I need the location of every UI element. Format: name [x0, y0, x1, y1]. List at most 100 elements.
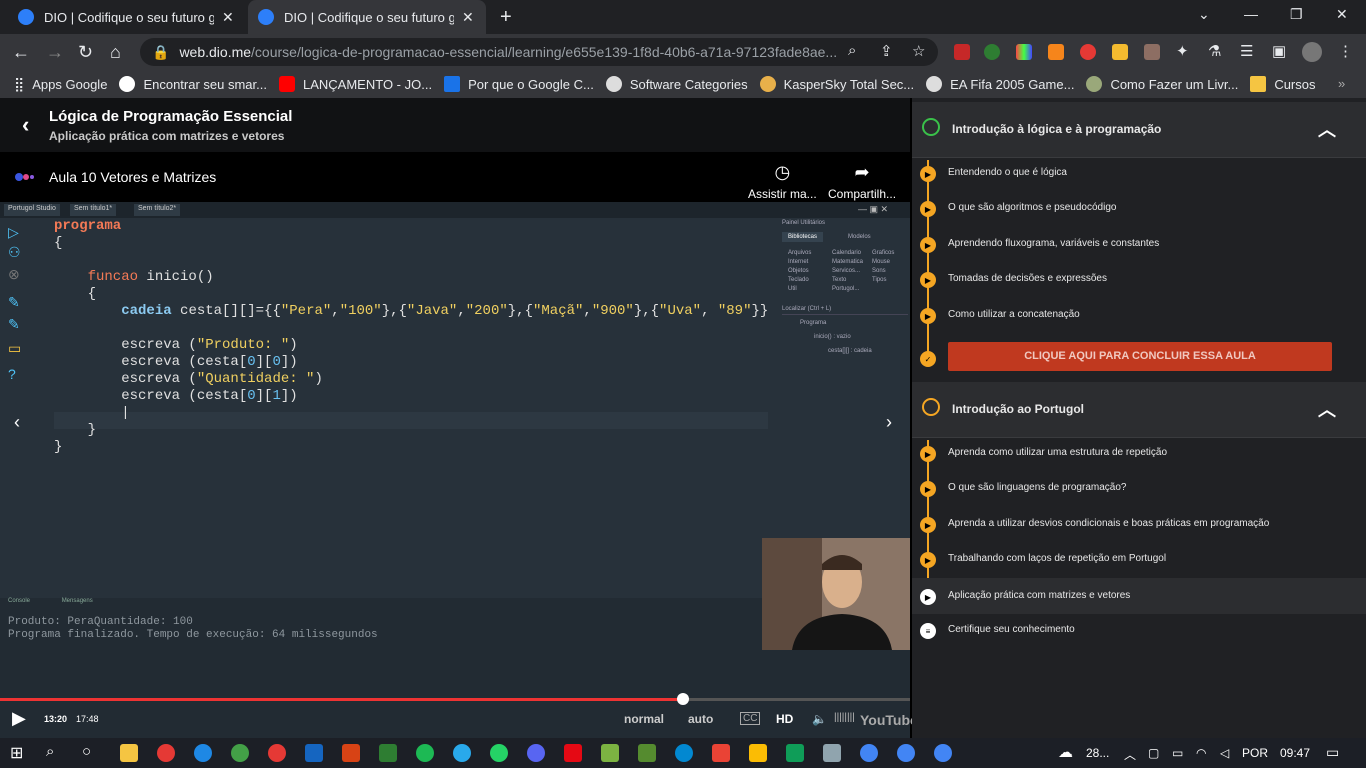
telegram-icon[interactable]: [453, 744, 471, 762]
weather-temp[interactable]: 28...: [1086, 746, 1109, 760]
bookmark-star-icon[interactable]: ☆: [912, 42, 925, 60]
reload-icon[interactable]: ↻: [78, 42, 93, 63]
new-tab-button[interactable]: +: [500, 6, 512, 29]
app-icon[interactable]: [601, 744, 619, 762]
lesson-item[interactable]: ▶ Trabalhando com laços de repetição em P…: [912, 541, 1366, 577]
bookmark-item[interactable]: EA Fifa 2005 Game...: [926, 76, 1074, 92]
extension-icon[interactable]: [1112, 44, 1128, 60]
search-icon[interactable]: ⌕: [46, 743, 54, 760]
app-icon[interactable]: [786, 744, 804, 762]
video-prev-chevron-icon[interactable]: ‹: [14, 412, 20, 433]
youtube-logo[interactable]: YouTube: [860, 712, 918, 728]
lesson-item[interactable]: ≡ Certifique seu conhecimento: [912, 612, 1366, 648]
bookmark-item[interactable]: KasperSky Total Sec...: [759, 76, 914, 92]
app-icon[interactable]: [638, 744, 656, 762]
opera-icon[interactable]: [157, 744, 175, 762]
spotify-icon[interactable]: [416, 744, 434, 762]
chrome-icon[interactable]: [860, 744, 878, 762]
volume-slider[interactable]: ||||||||: [834, 712, 855, 723]
whatsapp-icon[interactable]: [490, 744, 508, 762]
discord-icon[interactable]: [527, 744, 545, 762]
home-icon[interactable]: ⌂: [110, 42, 121, 63]
chrome-icon[interactable]: [934, 744, 952, 762]
chevron-up-icon[interactable]: ︿: [1318, 116, 1336, 142]
play-icon[interactable]: ▶: [12, 708, 26, 729]
speaker-icon[interactable]: ◁: [1220, 746, 1229, 760]
bookmark-item[interactable]: Como Fazer um Livr...: [1086, 76, 1238, 92]
media-queue-icon[interactable]: ☰: [1240, 42, 1253, 60]
close-window-icon[interactable]: ✕: [1336, 6, 1348, 23]
task-view-icon[interactable]: ○: [82, 743, 91, 760]
meet-icon[interactable]: ▢: [1148, 746, 1159, 760]
hd-button[interactable]: HD: [776, 712, 793, 726]
quality-mode-button[interactable]: auto: [688, 712, 713, 726]
tab-close-icon[interactable]: ✕: [222, 9, 234, 26]
bookmark-item[interactable]: Software Categories: [605, 76, 748, 92]
metamask-icon[interactable]: [1048, 44, 1064, 60]
lesson-item[interactable]: ▶ Aprenda como utilizar uma estrutura de …: [912, 435, 1366, 471]
minimize-icon[interactable]: —: [1244, 6, 1258, 22]
forward-icon[interactable]: →: [46, 42, 64, 63]
share-button[interactable]: ➦ Compartilh...: [828, 162, 896, 201]
captions-icon[interactable]: CC: [740, 712, 761, 725]
tab-search-icon[interactable]: ⌄: [1198, 6, 1210, 23]
chevron-up-icon[interactable]: ︿: [1318, 396, 1336, 422]
address-bar[interactable]: 🔒 web.dio.me /course/logica-de-programac…: [140, 38, 938, 66]
side-panel-icon[interactable]: ▣: [1272, 42, 1286, 60]
bookmarks-overflow-icon[interactable]: »: [1338, 76, 1345, 91]
file-explorer-icon[interactable]: [120, 744, 138, 762]
video-next-chevron-icon[interactable]: ›: [886, 412, 892, 433]
extension-icon[interactable]: [984, 44, 1000, 60]
share-icon[interactable]: ⇪: [880, 42, 893, 60]
back-icon[interactable]: ←: [12, 42, 30, 63]
bookmark-item[interactable]: Encontrar seu smar...: [119, 76, 267, 92]
chrome-icon[interactable]: [897, 744, 915, 762]
zoom-search-icon[interactable]: ⌕: [848, 42, 856, 59]
extension-icon[interactable]: [1016, 44, 1032, 60]
extension-icon[interactable]: [1144, 44, 1160, 60]
chevron-up-icon[interactable]: ︿: [1124, 746, 1136, 763]
wifi-icon[interactable]: ◠: [1196, 746, 1206, 760]
volume-icon[interactable]: 🔈: [812, 712, 827, 726]
lesson-item[interactable]: ▶ Tomadas de decisões e expressões: [912, 261, 1366, 297]
powerpoint-icon[interactable]: [342, 744, 360, 762]
section-header[interactable]: Introdução ao Portugol ︿: [912, 382, 1366, 438]
lesson-item[interactable]: ▶ Aprenda a utilizar desvios condicionais…: [912, 506, 1366, 542]
menu-kebab-icon[interactable]: ⋮: [1338, 42, 1353, 60]
section-header[interactable]: Introdução à lógica e à programação ︿: [912, 102, 1366, 158]
bookmark-item[interactable]: Por que o Google C...: [444, 76, 594, 92]
lesson-item[interactable]: ▶ O que são algoritmos e pseudocódigo: [912, 190, 1366, 226]
app-icon[interactable]: [675, 744, 693, 762]
lesson-item[interactable]: ▶ Aprendendo fluxograma, variáveis e cons…: [912, 226, 1366, 262]
bookmark-item[interactable]: LANÇAMENTO - JO...: [279, 76, 432, 92]
app-icon[interactable]: [823, 744, 841, 762]
speed-button[interactable]: normal: [624, 712, 664, 726]
netflix-icon[interactable]: [564, 744, 582, 762]
conclude-lesson-button[interactable]: CLIQUE AQUI PARA CONCLUIR ESSA AULA: [948, 342, 1332, 371]
word-icon[interactable]: [305, 744, 323, 762]
windows-start-icon[interactable]: ⊞: [10, 743, 23, 763]
video-player[interactable]: Aula 10 Vetores e Matrizes ◷ Assistir ma…: [0, 152, 918, 738]
maximize-icon[interactable]: ❐: [1290, 6, 1303, 23]
google-drive-icon[interactable]: [749, 744, 767, 762]
lesson-item[interactable]: ▶ Como utilizar a concatenação: [912, 297, 1366, 333]
lesson-item-current[interactable]: ▶ Aplicação prática com matrizes e vetore…: [912, 578, 1366, 614]
watch-later-button[interactable]: ◷ Assistir ma...: [748, 162, 817, 201]
back-chevron-icon[interactable]: ‹: [22, 112, 29, 138]
bookmark-apps[interactable]: ⣿ Apps Google: [14, 76, 107, 93]
tab-close-icon[interactable]: ✕: [462, 9, 474, 26]
utorrent-icon[interactable]: [231, 744, 249, 762]
lesson-item[interactable]: ▶ Entendendo o que é lógica: [912, 155, 1366, 191]
lesson-item[interactable]: ▶ O que são linguagens de programação?: [912, 470, 1366, 506]
notifications-icon[interactable]: ▭: [1326, 744, 1339, 761]
clock[interactable]: 09:47: [1280, 746, 1310, 760]
edge-icon[interactable]: [194, 744, 212, 762]
browser-tab[interactable]: DIO | Codifique o seu futuro glob ✕: [8, 0, 248, 34]
profile-avatar[interactable]: [1302, 42, 1322, 62]
puzzle-extensions-icon[interactable]: ✦: [1176, 42, 1189, 60]
bookmark-folder[interactable]: Cursos: [1250, 76, 1316, 92]
extension-icon[interactable]: [1080, 44, 1096, 60]
extension-icon[interactable]: [954, 44, 970, 60]
battery-icon[interactable]: ▭: [1172, 746, 1183, 760]
gmail-icon[interactable]: [712, 744, 730, 762]
